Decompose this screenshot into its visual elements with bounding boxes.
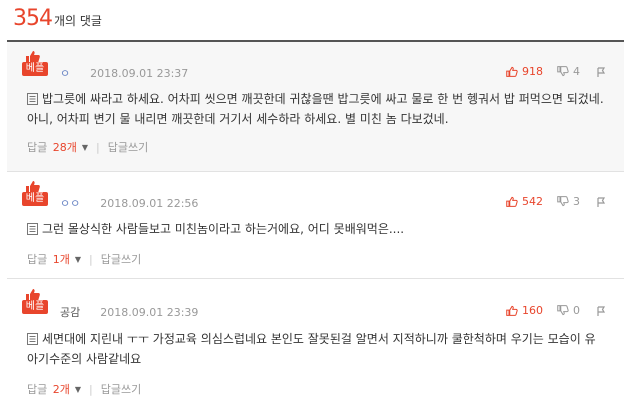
like-button[interactable]: 918	[506, 65, 543, 78]
caret-down-icon[interactable]: ▼	[75, 385, 81, 394]
like-button[interactable]: 160	[506, 304, 543, 317]
comment-body: 밥그릇에 싸라고 하세요. 어차피 씻으면 깨끗한데 귀찮을땐 밥그릇에 싸고 …	[27, 92, 604, 126]
dislike-button[interactable]: 4	[557, 65, 580, 78]
dislike-count: 4	[573, 65, 580, 78]
report-button[interactable]	[596, 66, 610, 77]
divider: |	[89, 382, 93, 396]
best-label: 베플	[22, 192, 48, 206]
reply-count: 1개	[52, 253, 70, 266]
thumbs-up-icon	[506, 305, 518, 316]
write-reply-link[interactable]: 답글쓰기	[101, 381, 141, 397]
divider: |	[89, 252, 93, 266]
thumbs-down-icon	[557, 305, 569, 316]
thumbs-up-icon	[506, 66, 518, 77]
write-reply-link[interactable]: 답글쓰기	[108, 139, 148, 155]
comment-header: 354 개의 댓글	[13, 6, 102, 36]
comment-meta: ㅇㅇ 2018.09.01 22:56	[60, 195, 198, 211]
comment-meta: 공감 2018.09.01 23:39	[60, 304, 198, 320]
comment-nickname[interactable]: ㅇ	[60, 65, 70, 81]
comment-datetime: 2018.09.01 22:56	[100, 196, 199, 210]
reply-row: 답글 1개 ▼ | 답글쓰기	[27, 251, 141, 267]
best-label: 베플	[22, 62, 48, 76]
comment-meta: ㅇ 2018.09.01 23:37	[60, 65, 188, 81]
comment-datetime: 2018.09.01 23:39	[100, 305, 199, 319]
comment-item: 베플 ㅇ 2018.09.01 23:37 918 4 밥그릇에 싸라고 하세요…	[7, 42, 624, 172]
reply-label: 답글	[27, 253, 48, 266]
reply-count: 28개	[52, 141, 77, 154]
like-button[interactable]: 542	[506, 195, 543, 208]
like-count: 918	[522, 65, 543, 78]
comment-item: 베플 공감 2018.09.01 23:39 160 0 세면대에 지린내 ㅜㅜ…	[7, 279, 624, 412]
caret-down-icon[interactable]: ▼	[75, 255, 81, 264]
best-label: 베플	[22, 300, 48, 314]
reply-toggle[interactable]: 답글 2개	[27, 381, 70, 397]
comment-item: 베플 ㅇㅇ 2018.09.01 22:56 542 3 그런 몰상식한 사람들…	[7, 172, 624, 279]
thumbs-down-icon	[557, 66, 569, 77]
vote-group: 918 4	[506, 65, 610, 78]
comment-text: 그런 몰상식한 사람들보고 미친놈이라고 하는거에요, 어디 못배워먹은....	[27, 219, 604, 239]
comment-datetime: 2018.09.01 23:37	[90, 66, 189, 80]
document-icon	[27, 333, 38, 345]
report-button[interactable]	[596, 305, 610, 316]
thumbs-up-icon	[506, 196, 518, 207]
like-count: 160	[522, 304, 543, 317]
comment-body: 그런 몰상식한 사람들보고 미친놈이라고 하는거에요, 어디 못배워먹은....	[42, 222, 405, 236]
comment-body: 세면대에 지린내 ㅜㅜ 가정교육 의심스럽네요 본인도 잘못된걸 알면서 지적하…	[27, 332, 596, 366]
dislike-count: 0	[573, 304, 580, 317]
comment-text: 밥그릇에 싸라고 하세요. 어차피 씻으면 깨끗한데 귀찮을땐 밥그릇에 싸고 …	[27, 89, 604, 129]
divider: |	[96, 140, 100, 154]
document-icon	[27, 223, 38, 235]
reply-row: 답글 2개 ▼ | 답글쓰기	[27, 381, 141, 397]
document-icon	[27, 93, 38, 105]
vote-group: 542 3	[506, 195, 610, 208]
vote-group: 160 0	[506, 304, 610, 317]
report-button[interactable]	[596, 196, 610, 207]
best-badge: 베플	[22, 288, 52, 314]
comment-nickname[interactable]: ㅇㅇ	[60, 195, 80, 211]
reply-count: 2개	[52, 383, 70, 396]
comment-count: 354	[13, 6, 53, 31]
dislike-button[interactable]: 0	[557, 304, 580, 317]
reply-label: 답글	[27, 141, 48, 154]
write-reply-link[interactable]: 답글쓰기	[101, 251, 141, 267]
comment-count-label: 개의 댓글	[54, 14, 102, 28]
flag-icon	[597, 196, 606, 207]
best-badge: 베플	[22, 50, 52, 76]
dislike-count: 3	[573, 195, 580, 208]
thumbs-down-icon	[557, 196, 569, 207]
like-count: 542	[522, 195, 543, 208]
comment-nickname[interactable]: 공감	[60, 304, 80, 320]
reply-label: 답글	[27, 383, 48, 396]
best-badge: 베플	[22, 180, 52, 206]
comment-text: 세면대에 지린내 ㅜㅜ 가정교육 의심스럽네요 본인도 잘못된걸 알면서 지적하…	[27, 329, 604, 369]
flag-icon	[597, 305, 606, 316]
flag-icon	[597, 66, 606, 77]
caret-down-icon[interactable]: ▼	[82, 143, 88, 152]
reply-toggle[interactable]: 답글 1개	[27, 251, 70, 267]
dislike-button[interactable]: 3	[557, 195, 580, 208]
reply-toggle[interactable]: 답글 28개	[27, 139, 77, 155]
reply-row: 답글 28개 ▼ | 답글쓰기	[27, 139, 148, 155]
